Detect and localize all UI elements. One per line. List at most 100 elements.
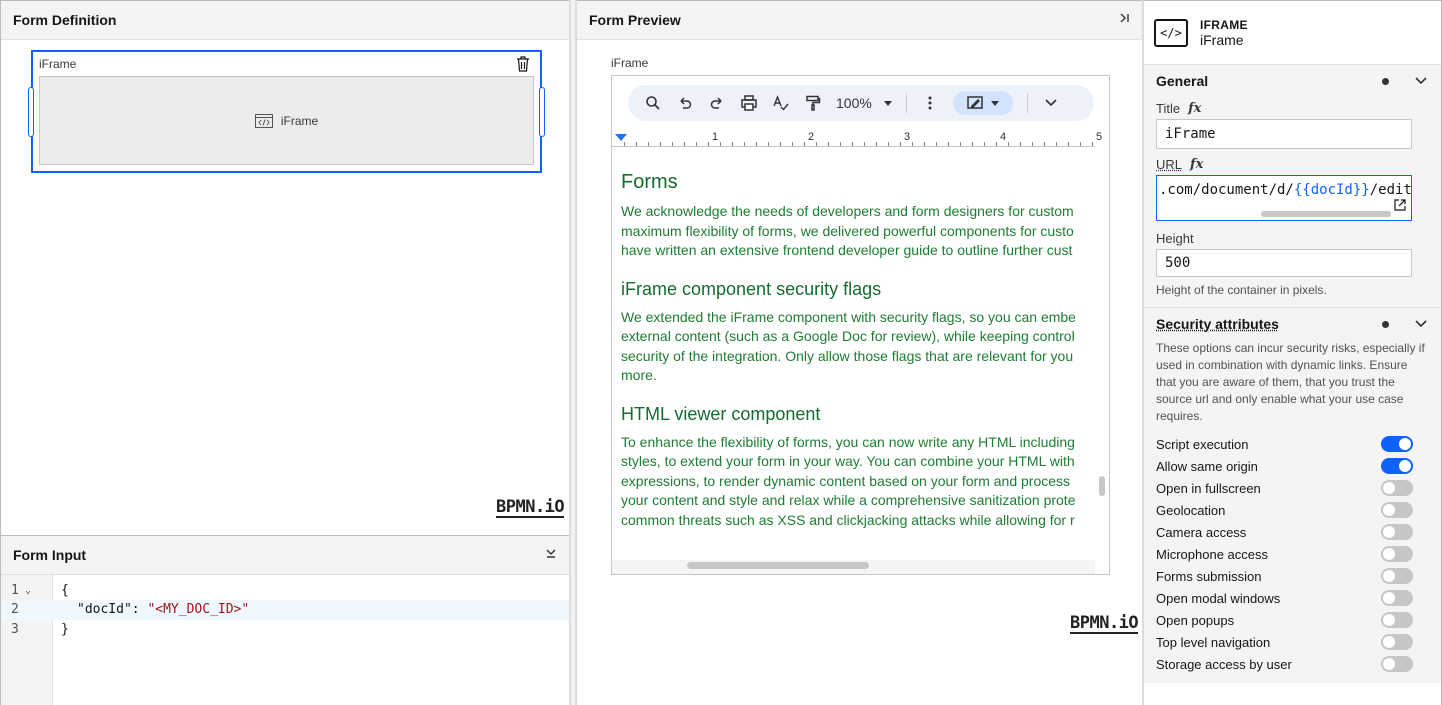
url-input[interactable]: .com/document/d/{{docId}}/edit <box>1156 175 1412 221</box>
ruler-tick <box>660 142 661 146</box>
iframe-field-label: iFrame <box>39 57 77 71</box>
toggle-label: Open modal windows <box>1156 590 1281 606</box>
fx-icon[interactable]: fx <box>1188 101 1201 116</box>
group-indicator-dot <box>1382 320 1389 328</box>
chevron-down-icon[interactable] <box>1415 316 1427 331</box>
ruler-tick <box>636 142 637 146</box>
properties-panel: </> IFRAME iFrame General Title fx iFram… <box>1143 0 1442 705</box>
security-group-header[interactable]: Security attributes <box>1156 308 1429 340</box>
toggle-switch[interactable] <box>1381 502 1413 518</box>
security-toggle-row[interactable]: Camera access <box>1156 521 1429 543</box>
url-scrollbar[interactable] <box>1261 211 1391 217</box>
ruler-tick <box>972 142 973 146</box>
chevron-down-icon[interactable] <box>1042 94 1060 112</box>
toggle-switch[interactable] <box>1381 524 1413 540</box>
embedded-iframe[interactable]: 100% 1 2 3 4 5 Forms We acknowledge the … <box>611 75 1110 575</box>
code-text: "docId": "<MY_DOC_ID>" <box>77 602 250 617</box>
json-code-editor[interactable]: 1 ⌄ { 2 "docId": "<MY_DOC_ID>" 3 } <box>1 575 569 705</box>
ruler-tick <box>900 142 901 146</box>
security-toggle-row[interactable]: Open modal windows <box>1156 587 1429 609</box>
caret-down-icon <box>883 100 892 106</box>
toggle-switch[interactable] <box>1381 612 1413 628</box>
ruler-number: 2 <box>808 131 815 143</box>
ruler-tick <box>804 142 805 146</box>
ruler-number: 5 <box>1096 131 1103 143</box>
toggle-switch[interactable] <box>1381 634 1413 650</box>
spellcheck-icon[interactable] <box>772 94 790 112</box>
line-number: 1 <box>11 583 19 598</box>
trash-icon[interactable] <box>516 56 530 72</box>
group-indicator-dot <box>1382 77 1389 85</box>
ruler-number: 1 <box>712 131 719 143</box>
form-editor-canvas[interactable]: iFrame iFrame BPMN.iO <box>1 40 569 535</box>
toggle-switch[interactable] <box>1381 546 1413 562</box>
iframe-code-icon: </> <box>1154 18 1188 47</box>
fold-chevron-icon[interactable]: ⌄ <box>25 581 31 601</box>
security-toggle-row[interactable]: Geolocation <box>1156 499 1429 521</box>
security-toggle-row[interactable]: Storage access by user <box>1156 653 1429 675</box>
security-toggle-list: Script execution Allow same origin Open in… <box>1156 433 1429 675</box>
security-toggle-row[interactable]: Open in fullscreen <box>1156 477 1429 499</box>
toggle-switch[interactable] <box>1381 656 1413 672</box>
vertical-scrollbar[interactable] <box>1099 476 1105 496</box>
code-line[interactable]: 3 } <box>1 620 569 640</box>
document-ruler: 1 2 3 4 5 <box>612 131 1102 147</box>
code-line[interactable]: 1 ⌄ { <box>1 581 569 601</box>
ruler-tick <box>672 142 673 146</box>
security-toggle-row[interactable]: Open popups <box>1156 609 1429 631</box>
title-label: Title <box>1156 101 1181 116</box>
form-input-title: Form Input <box>13 547 87 563</box>
horizontal-scrollbar[interactable] <box>687 562 869 569</box>
ruler-tick <box>852 142 853 146</box>
resize-handle-right[interactable] <box>539 87 545 137</box>
indent-marker[interactable] <box>615 134 627 141</box>
iframe-form-field[interactable]: iFrame iFrame <box>28 50 545 173</box>
more-vertical-icon[interactable] <box>921 94 939 112</box>
fx-icon[interactable]: fx <box>1190 157 1203 172</box>
open-link-icon[interactable] <box>1394 199 1406 214</box>
bpmn-io-logo[interactable]: BPMN.iO <box>496 498 565 518</box>
ruler-tick <box>708 142 709 146</box>
height-input[interactable]: 500 <box>1156 249 1412 277</box>
ruler-tick <box>936 142 937 146</box>
editing-mode-button[interactable] <box>952 91 1013 115</box>
ruler-tick <box>1056 142 1057 146</box>
undo-icon[interactable] <box>676 94 694 112</box>
bpmn-io-logo[interactable]: BPMN.iO <box>1070 614 1139 634</box>
collapse-right-icon[interactable] <box>1118 12 1130 27</box>
search-icon[interactable] <box>644 94 662 112</box>
security-toggle-row[interactable]: Forms submission <box>1156 565 1429 587</box>
collapse-down-icon[interactable] <box>545 547 557 562</box>
ruler-tick <box>1044 142 1045 146</box>
element-name: iFrame <box>1200 31 1244 48</box>
title-input-value: iFrame <box>1165 126 1216 142</box>
security-toggle-row[interactable]: Top level navigation <box>1156 631 1429 653</box>
code-line[interactable]: 2 "docId": "<MY_DOC_ID>" <box>1 600 569 620</box>
toggle-switch[interactable] <box>1381 590 1413 606</box>
print-icon[interactable] <box>740 94 758 112</box>
iframe-placeholder-label: iFrame <box>280 113 319 128</box>
element-type: IFRAME <box>1200 17 1248 32</box>
ruler-tick <box>840 142 841 146</box>
document-body[interactable]: Forms We acknowledge the needs of develo… <box>621 171 1101 550</box>
doc-paragraph: We extended the iFrame component with se… <box>621 308 1076 384</box>
toggle-switch[interactable] <box>1381 480 1413 496</box>
chevron-down-icon[interactable] <box>1415 73 1427 88</box>
security-toggle-row[interactable]: Microphone access <box>1156 543 1429 565</box>
title-input[interactable]: iFrame <box>1156 119 1412 149</box>
toggle-switch[interactable] <box>1381 436 1413 452</box>
security-toggle-row[interactable]: Script execution <box>1156 433 1429 455</box>
security-group: Security attributes These options can in… <box>1144 308 1441 683</box>
resize-handle-left[interactable] <box>28 87 34 137</box>
code-text: { <box>61 583 69 598</box>
general-group: General Title fx iFrame URL fx .com/docu… <box>1144 65 1441 308</box>
toggle-switch[interactable] <box>1381 458 1413 474</box>
security-description: These options can incur security risks, … <box>1156 341 1425 423</box>
form-definition-title: Form Definition <box>13 12 117 28</box>
security-toggle-row[interactable]: Allow same origin <box>1156 455 1429 477</box>
zoom-select[interactable]: 100% <box>836 95 892 111</box>
toggle-switch[interactable] <box>1381 568 1413 584</box>
redo-icon[interactable] <box>708 94 726 112</box>
paint-format-icon[interactable] <box>804 94 822 112</box>
general-group-header[interactable]: General <box>1156 65 1429 97</box>
